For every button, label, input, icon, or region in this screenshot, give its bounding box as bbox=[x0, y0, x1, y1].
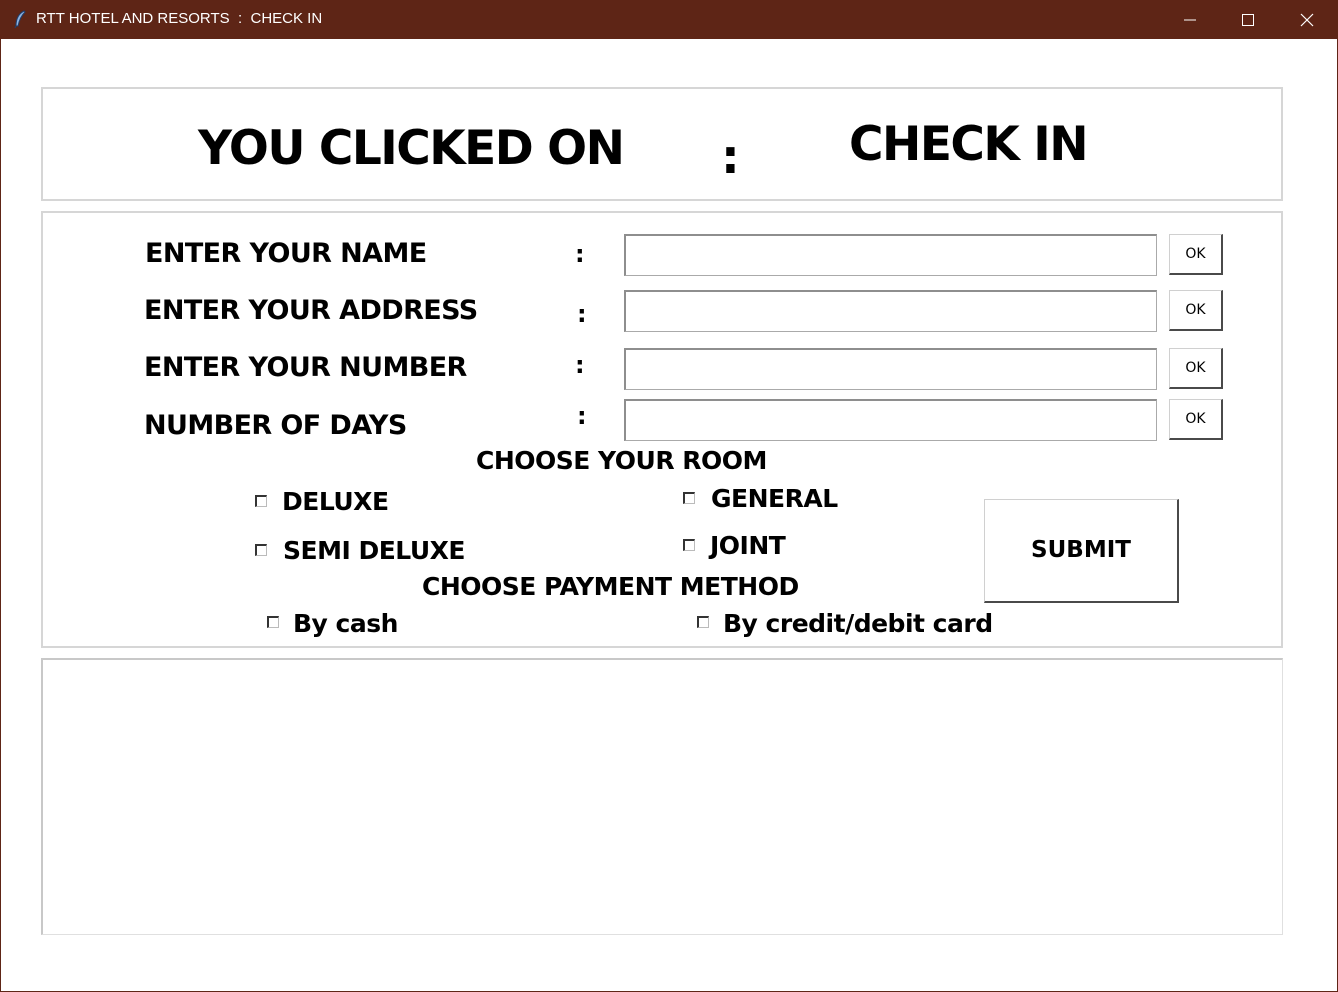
number-ok-button[interactable]: OK bbox=[1169, 348, 1223, 389]
maximize-button[interactable] bbox=[1219, 0, 1277, 39]
number-label: ENTER YOUR NUMBER bbox=[144, 352, 467, 383]
submit-button[interactable]: SUBMIT bbox=[984, 499, 1179, 603]
days-field[interactable] bbox=[624, 399, 1157, 441]
address-label: ENTER YOUR ADDRESS bbox=[144, 295, 478, 326]
address-ok-button[interactable]: OK bbox=[1169, 290, 1223, 331]
cash-checkbox[interactable] bbox=[267, 616, 279, 628]
joint-checkbox[interactable] bbox=[683, 539, 695, 551]
number-field[interactable] bbox=[624, 348, 1157, 390]
general-label[interactable]: GENERAL bbox=[711, 484, 838, 513]
number-colon: : bbox=[575, 351, 585, 379]
card-checkbox[interactable] bbox=[697, 616, 709, 628]
minimize-icon bbox=[1184, 19, 1196, 21]
close-icon bbox=[1300, 13, 1314, 27]
general-checkbox[interactable] bbox=[683, 492, 695, 504]
days-label: NUMBER OF DAYS bbox=[144, 410, 407, 441]
room-heading: CHOOSE YOUR ROOM bbox=[476, 446, 767, 475]
address-colon: : bbox=[577, 300, 587, 328]
name-label: ENTER YOUR NAME bbox=[145, 238, 427, 269]
header-separator: : bbox=[721, 130, 740, 185]
address-field[interactable] bbox=[624, 290, 1157, 332]
name-colon: : bbox=[575, 240, 585, 268]
name-ok-button[interactable]: OK bbox=[1169, 234, 1223, 275]
days-colon: : bbox=[577, 402, 587, 430]
clicked-on-label: YOU CLICKED ON bbox=[198, 121, 625, 176]
payment-heading: CHOOSE PAYMENT METHOD bbox=[422, 572, 799, 601]
window-titlebar: RTT HOTEL AND RESORTS : CHECK IN bbox=[0, 0, 1338, 39]
joint-label[interactable]: JOINT bbox=[710, 531, 786, 560]
deluxe-checkbox[interactable] bbox=[255, 495, 267, 507]
maximize-icon bbox=[1242, 14, 1254, 26]
semi-deluxe-label[interactable]: SEMI DELUXE bbox=[283, 536, 466, 565]
card-label[interactable]: By credit/debit card bbox=[723, 609, 993, 638]
semi-deluxe-checkbox[interactable] bbox=[255, 544, 267, 556]
close-button[interactable] bbox=[1278, 0, 1336, 39]
feather-icon bbox=[12, 10, 28, 29]
minimize-button[interactable] bbox=[1161, 0, 1219, 39]
name-field[interactable] bbox=[624, 234, 1157, 276]
days-ok-button[interactable]: OK bbox=[1169, 399, 1223, 440]
deluxe-label[interactable]: DELUXE bbox=[282, 487, 389, 516]
cash-label[interactable]: By cash bbox=[293, 609, 398, 638]
action-title: CHECK IN bbox=[849, 117, 1089, 172]
output-panel bbox=[41, 658, 1283, 935]
window-title: RTT HOTEL AND RESORTS : CHECK IN bbox=[36, 10, 323, 27]
